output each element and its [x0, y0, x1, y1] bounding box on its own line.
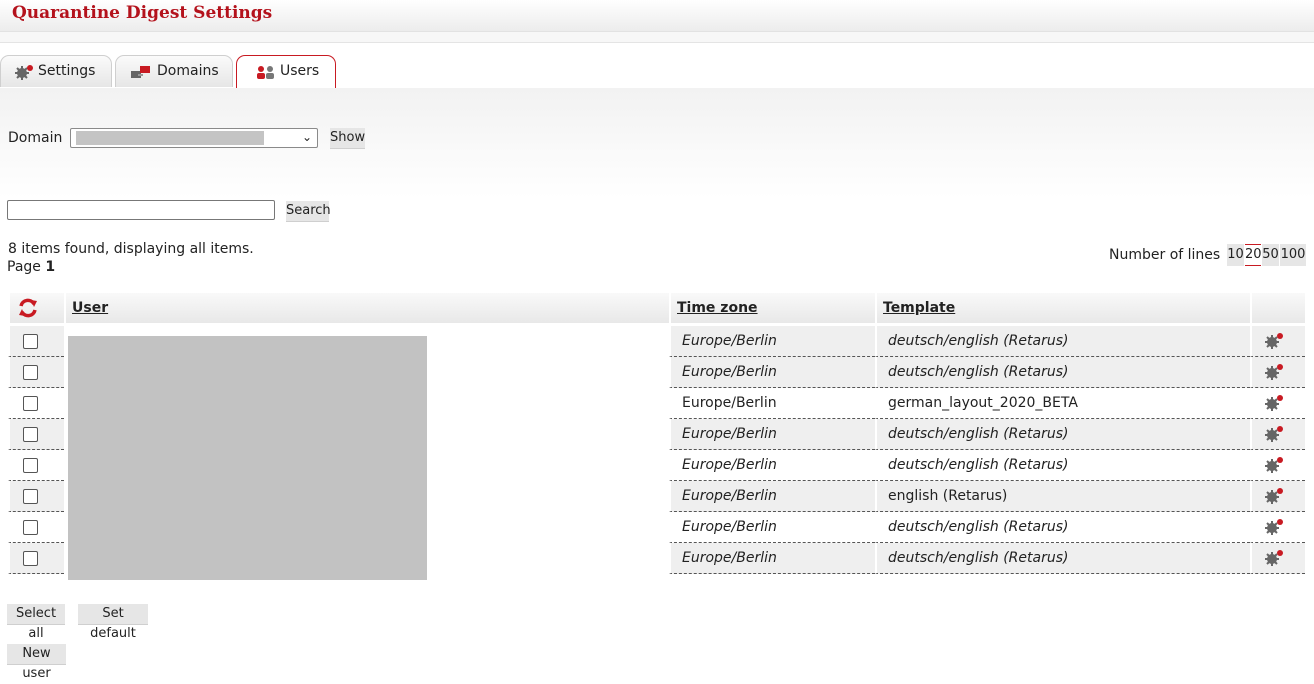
domain-select[interactable]: ⌄: [70, 128, 318, 148]
chevron-down-icon: ⌄: [301, 130, 312, 144]
template-cell: deutsch/english (Retarus): [875, 419, 1250, 450]
actions-cell: [1250, 512, 1305, 543]
page-title: Quarantine Digest Settings: [12, 3, 273, 23]
page-number: 1: [45, 259, 56, 275]
timezone-cell: Europe/Berlin: [669, 543, 875, 574]
domain-label: Domain: [8, 130, 63, 146]
row-select-cell: [8, 326, 64, 357]
new-user-button[interactable]: New user: [7, 644, 66, 681]
row-select-cell: [8, 543, 64, 574]
user-column-redacted: [68, 336, 427, 580]
show-button[interactable]: Show: [330, 128, 365, 149]
row-checkbox[interactable]: [23, 364, 38, 380]
row-checkbox[interactable]: [23, 426, 38, 442]
actions-cell: [1250, 388, 1305, 419]
actions-cell: [1250, 543, 1305, 574]
lines-option-100[interactable]: 100: [1280, 244, 1306, 266]
lines-label: Number of lines: [1109, 247, 1221, 263]
row-checkbox[interactable]: [23, 519, 38, 535]
template-cell: deutsch/english (Retarus): [875, 543, 1250, 574]
tab-settings[interactable]: Settings: [0, 55, 112, 87]
actions-cell: [1250, 419, 1305, 450]
timezone-cell: Europe/Berlin: [669, 357, 875, 388]
gear-icon: [15, 65, 33, 80]
row-checkbox[interactable]: [23, 488, 38, 504]
timezone-cell: Europe/Berlin: [669, 450, 875, 481]
actions-column-header: [1250, 293, 1305, 326]
table-header-row: User Time zone Template: [8, 293, 1305, 326]
row-select-cell: [8, 388, 64, 419]
column-template[interactable]: Template: [875, 293, 1250, 326]
title-bar: Quarantine Digest Settings: [0, 0, 1314, 32]
tab-domains-label: Domains: [157, 63, 219, 79]
tab-domains[interactable]: Domains: [115, 55, 233, 87]
timezone-cell: Europe/Berlin: [669, 419, 875, 450]
template-cell: english (Retarus): [875, 481, 1250, 512]
gear-settings-icon[interactable]: [1263, 549, 1285, 567]
actions-cell: [1250, 481, 1305, 512]
domain-value-redacted: [76, 131, 264, 145]
row-select-cell: [8, 512, 64, 543]
reset-icon[interactable]: [16, 298, 40, 318]
row-checkbox[interactable]: [23, 550, 38, 566]
row-checkbox[interactable]: [23, 395, 38, 411]
row-select-cell: [8, 419, 64, 450]
results-summary: 8 items found, displaying all items.: [8, 241, 254, 257]
timezone-cell: Europe/Berlin: [669, 481, 875, 512]
actions-cell: [1250, 357, 1305, 388]
timezone-cell: Europe/Berlin: [669, 326, 875, 357]
domains-icon: [131, 66, 150, 78]
reset-column-header: [8, 293, 64, 326]
template-cell: deutsch/english (Retarus): [875, 450, 1250, 481]
page-label: Page: [7, 259, 41, 275]
gear-settings-icon[interactable]: [1263, 394, 1285, 412]
select-all-button[interactable]: Select all: [7, 604, 65, 641]
template-cell: deutsch/english (Retarus): [875, 357, 1250, 388]
lines-option-10[interactable]: 10: [1227, 244, 1244, 266]
gear-settings-icon[interactable]: [1263, 363, 1285, 381]
gear-settings-icon[interactable]: [1263, 425, 1285, 443]
lines-option-50[interactable]: 50: [1262, 244, 1279, 266]
template-cell: deutsch/english (Retarus): [875, 512, 1250, 543]
tab-users[interactable]: Users: [236, 55, 336, 89]
actions-cell: [1250, 326, 1305, 357]
template-cell: german_layout_2020_BETA: [875, 388, 1250, 419]
template-cell: deutsch/english (Retarus): [875, 326, 1250, 357]
set-default-button[interactable]: Set default: [78, 604, 148, 641]
row-select-cell: [8, 481, 64, 512]
gear-settings-icon[interactable]: [1263, 332, 1285, 350]
sub-bar: [0, 32, 1314, 43]
search-input[interactable]: [7, 200, 275, 220]
gear-settings-icon[interactable]: [1263, 456, 1285, 474]
column-timezone[interactable]: Time zone: [669, 293, 875, 326]
row-select-cell: [8, 357, 64, 388]
tab-settings-label: Settings: [38, 63, 96, 79]
row-checkbox[interactable]: [23, 457, 38, 473]
users-icon: [257, 66, 274, 79]
column-user[interactable]: User: [64, 293, 669, 326]
page-indicator: Page 1: [7, 259, 55, 275]
row-select-cell: [8, 450, 64, 481]
row-checkbox[interactable]: [23, 333, 38, 349]
tab-users-label: Users: [280, 63, 320, 79]
timezone-cell: Europe/Berlin: [669, 512, 875, 543]
search-button[interactable]: Search: [286, 201, 331, 222]
lines-option-20[interactable]: 20: [1245, 244, 1262, 266]
actions-cell: [1250, 450, 1305, 481]
gear-settings-icon[interactable]: [1263, 487, 1285, 505]
gear-settings-icon[interactable]: [1263, 518, 1285, 536]
timezone-cell: Europe/Berlin: [669, 388, 875, 419]
